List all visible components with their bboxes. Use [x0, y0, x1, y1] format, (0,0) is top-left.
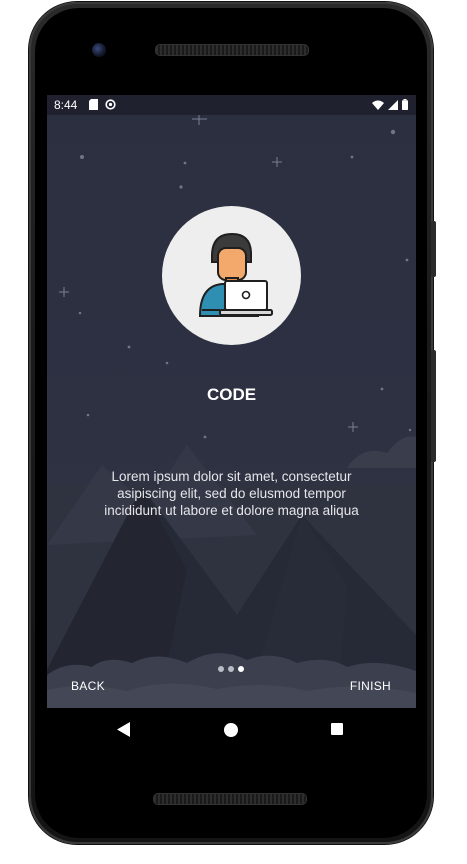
status-time: 8:44 [54, 98, 78, 112]
back-triangle-icon[interactable] [117, 722, 130, 742]
power-button [431, 221, 436, 277]
system-navigation-bar [47, 708, 416, 752]
back-button[interactable]: BACK [71, 679, 105, 693]
wifi-icon [372, 99, 384, 113]
bottom-speaker [153, 793, 307, 805]
sync-circle-icon [105, 99, 116, 113]
front-camera [92, 43, 106, 57]
top-speaker [155, 44, 309, 56]
developer-with-laptop-icon [198, 232, 273, 317]
battery-icon [402, 99, 408, 113]
volume-button [431, 350, 436, 462]
sd-card-icon [89, 99, 98, 113]
cell-signal-icon [388, 99, 398, 113]
illustration-circle [162, 206, 301, 345]
page-description: Lorem ipsum dolor sit amet, consectetur … [104, 469, 359, 518]
page-indicator [218, 666, 244, 672]
recents-square-icon[interactable] [331, 723, 343, 735]
page-title: CODE [206, 385, 257, 404]
app-screen: 8:44 CODE Lorem ipsum dolor sit amet, co… [47, 95, 416, 708]
page-dot [218, 666, 224, 672]
finish-button[interactable]: FINISH [350, 679, 391, 693]
home-circle-icon[interactable] [224, 723, 238, 737]
night-sky-background [47, 115, 416, 708]
page-dot-active [238, 666, 244, 672]
status-bar: 8:44 [47, 95, 416, 115]
page-dot [228, 666, 234, 672]
